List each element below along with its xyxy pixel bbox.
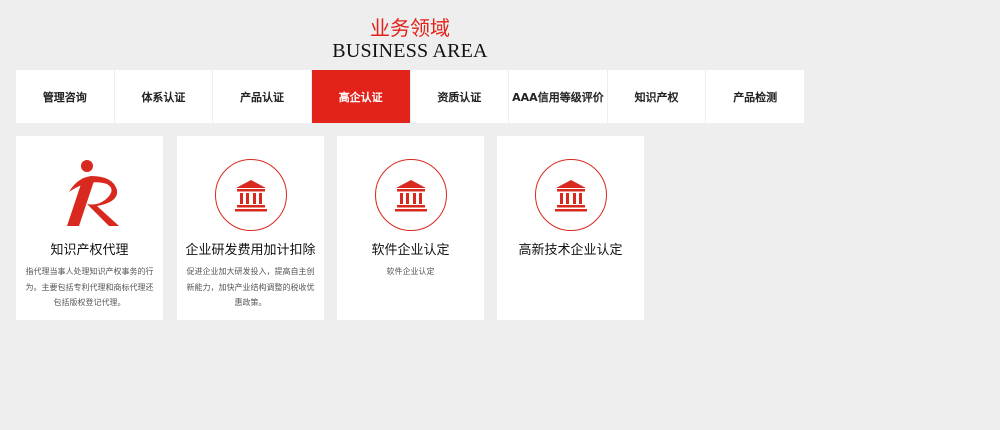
card-description: 促进企业加大研发投入，提高自主创新能力，加快产业结构调整的税收优惠政策。 (186, 267, 315, 307)
tab-management-consulting[interactable]: 管理咨询 (16, 70, 115, 123)
business-tabs: 管理咨询 体系认证 产品认证 高企认证 资质认证 AAA信用等级评价 知识产权 … (16, 70, 804, 123)
card-title: 高新技术企业认定 (518, 243, 623, 258)
tab-high-tech-certification[interactable]: 高企认证 (311, 70, 411, 123)
section-header: 业务领域 BUSINESS AREA (0, 16, 820, 62)
tab-system-certification[interactable]: 体系认证 (115, 70, 214, 123)
service-card-software-enterprise[interactable]: 软件企业认定 软件企业认定 (337, 136, 484, 320)
institution-building-icon (395, 180, 427, 212)
circle-frame (375, 159, 447, 231)
circle-frame (215, 159, 287, 231)
tab-product-testing[interactable]: 产品检测 (706, 70, 804, 123)
section-title-cn: 业务领域 (370, 16, 450, 40)
card-title: 软件企业认定 (371, 243, 450, 258)
card-description: 指代理当事人处理知识产权事务的行为。主要包括专利代理和商标代理还包括版权登记代理… (25, 267, 154, 307)
tab-intellectual-property[interactable]: 知识产权 (608, 70, 707, 123)
card-description: 软件企业认定 (386, 267, 435, 276)
institution-building-icon (235, 180, 267, 212)
tab-qualification-certification[interactable]: 资质认证 (411, 70, 510, 123)
section-title-en: BUSINESS AREA (332, 40, 488, 62)
ip-logo-icon (67, 160, 119, 226)
service-card-high-tech-enterprise[interactable]: 高新技术企业认定 (497, 136, 644, 320)
circle-frame (535, 159, 607, 231)
service-card-rd-deduction[interactable]: 企业研发费用加计扣除 促进企业加大研发投入，提高自主创新能力，加快产业结构调整的… (177, 136, 324, 320)
service-card-ip-agency[interactable]: 知识产权代理 指代理当事人处理知识产权事务的行为。主要包括专利代理和商标代理还包… (16, 136, 163, 320)
tab-aaa-credit-rating[interactable]: AAA信用等级评价 (509, 70, 608, 123)
card-title: 企业研发费用加计扣除 (185, 243, 316, 258)
tab-product-certification[interactable]: 产品认证 (213, 70, 312, 123)
institution-building-icon (555, 180, 587, 212)
card-title: 知识产权代理 (50, 243, 129, 258)
